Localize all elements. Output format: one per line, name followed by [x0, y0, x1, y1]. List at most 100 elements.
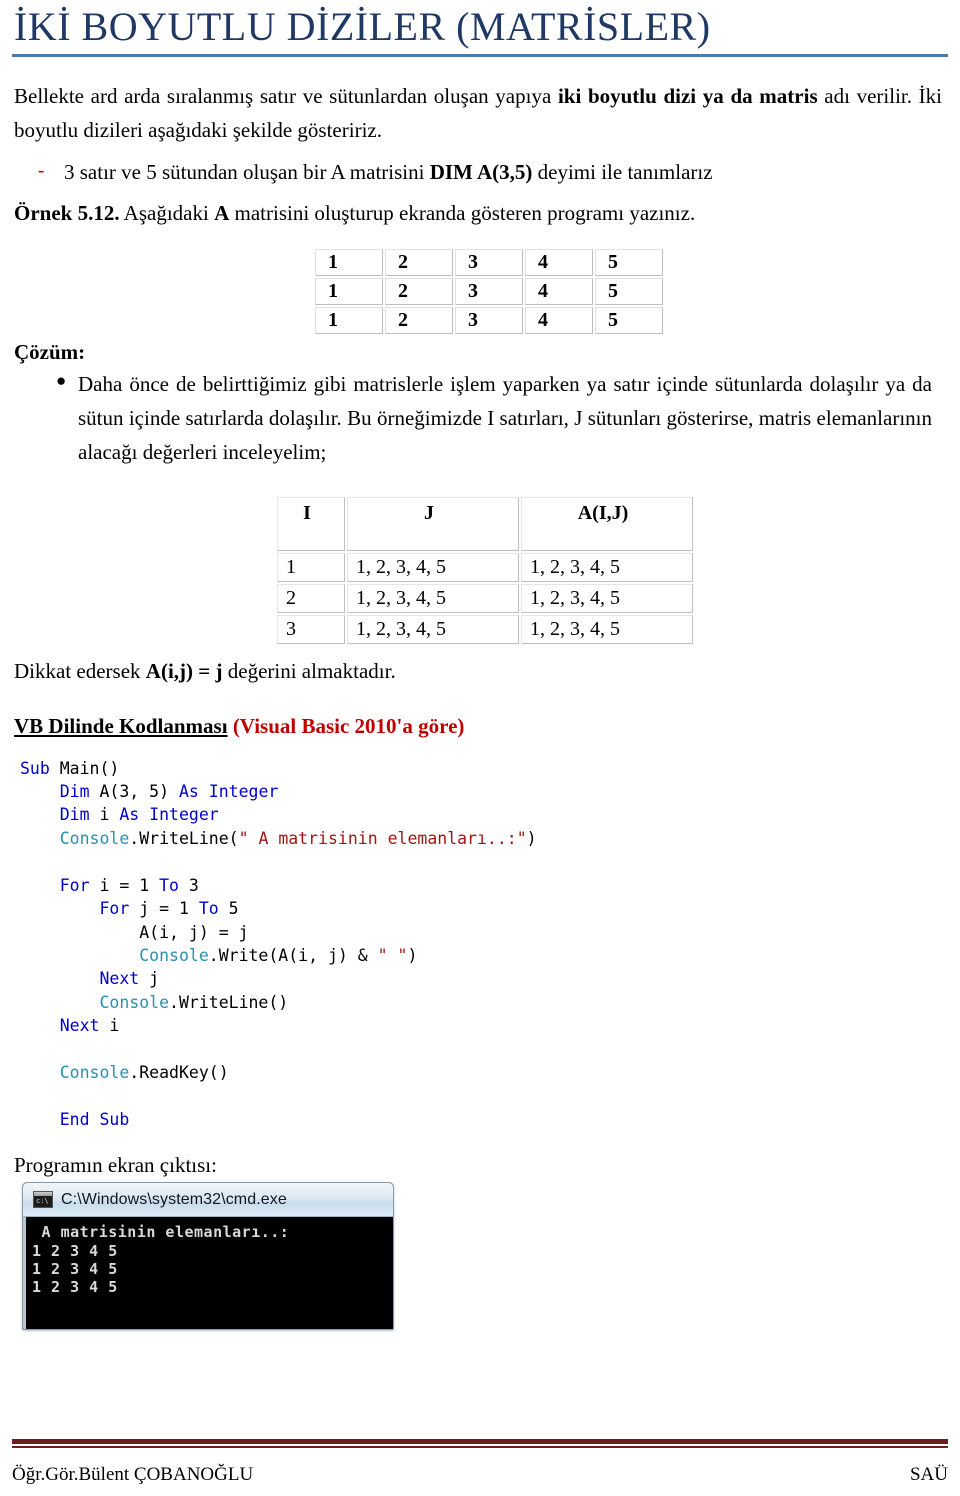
matrix-cell: 3: [455, 307, 523, 335]
ij-header-cell: I: [277, 497, 345, 552]
ij-table-row: 3 1, 2, 3, 4, 5 1, 2, 3, 4, 5: [277, 615, 693, 645]
code-token: .WriteLine(): [169, 992, 289, 1012]
console-output-area: A matrisinin elemanları..: 1 2 3 4 51 2 3…: [23, 1217, 393, 1330]
matrix-row: 12345: [315, 249, 663, 277]
code-token: Next: [99, 969, 140, 989]
code-token: A(i, j) = j: [139, 922, 249, 942]
dikkat-formula: A(i,j) = j: [145, 659, 223, 684]
matrix-row: 12345: [315, 278, 663, 306]
code-token: 3: [178, 875, 199, 895]
code-token: End: [59, 1109, 90, 1129]
vb-heading-main: VB Dilinde Kodlanması: [14, 713, 228, 738]
ij-table-cell: 1, 2, 3, 4, 5: [347, 615, 519, 645]
intro-bold-term: iki boyutlu dizi ya da matris: [557, 84, 818, 108]
code-line: Console.WriteLine(" A matrisinin elemanl…: [20, 827, 948, 850]
document-page: İKİ BOYUTLU DİZİLER (MATRİSLER) Bellekte…: [0, 0, 960, 1496]
code-line: End Sub: [20, 1108, 948, 1131]
code-token: A(3, 5): [89, 782, 179, 802]
code-line: Console.ReadKey(): [20, 1061, 948, 1084]
console-line: 1 2 3 4 5: [32, 1259, 118, 1278]
dash-bold-dim: DIM A(3,5): [429, 160, 533, 185]
code-line: Next j: [20, 967, 948, 990]
matrix-cell: 5: [595, 249, 663, 277]
ij-table-body: I J A(I,J) 1 1, 2, 3, 4, 5 1, 2, 3, 4, 5 2 1, 2…: [277, 497, 693, 645]
ij-header-cell: J: [347, 497, 519, 552]
output-label: Programın ekran çıktısı:: [14, 1153, 217, 1178]
code-line: Console.WriteLine(): [20, 991, 948, 1014]
code-token: Dim: [59, 782, 90, 802]
intro-paragraph: Bellekte ard arda sıralanmış satır ve sü…: [14, 79, 948, 147]
code-token: As: [119, 805, 140, 825]
ornek-text-1: Aşağıdaki: [119, 200, 215, 225]
cozum-text: Daha önce de belirttiğimiz gibi matrisle…: [78, 372, 932, 465]
dash-list-item: - 3 satır ve 5 sütundan oluşan bir A mat…: [38, 157, 948, 189]
matrix-cell: 4: [525, 249, 593, 277]
ij-table-cell: 1, 2, 3, 4, 5: [521, 615, 693, 645]
dikkat-text-1: Dikkat edersek: [14, 659, 146, 684]
ij-table-cell: 1, 2, 3, 4, 5: [521, 553, 693, 583]
footer: Öğr.Gör.Bülent ÇOBANOĞLU SAÜ: [12, 1464, 948, 1486]
matrix-cell: 1: [315, 249, 383, 277]
ij-header-row: I J A(I,J): [277, 497, 693, 552]
code-token: Integer: [208, 782, 279, 802]
code-token: 5: [218, 899, 239, 919]
ornek-paragraph: Örnek 5.12. Aşağıdaki A matrisini oluştu…: [14, 197, 948, 230]
matrix-cell: 4: [525, 278, 593, 306]
code-token: .WriteLine(: [129, 828, 239, 848]
console-titlebar: C:\Windows\system32\cmd.exe: [23, 1183, 393, 1218]
matrix-table: 123451234512345: [313, 247, 665, 337]
code-token: .Write(A(i, j) &: [208, 946, 378, 965]
console-line: 1 2 3 4 5: [32, 1241, 118, 1260]
ij-table: I J A(I,J) 1 1, 2, 3, 4, 5 1, 2, 3, 4, 5 2 1, 2…: [275, 495, 695, 646]
page-title: İKİ BOYUTLU DİZİLER (MATRİSLER): [14, 4, 711, 49]
console-window-title: C:\Windows\system32\cmd.exe: [61, 1190, 287, 1208]
code-token: Dim: [59, 805, 90, 825]
ij-table-cell: 1, 2, 3, 4, 5: [521, 584, 693, 614]
round-bullet-icon: ●: [56, 371, 67, 391]
matrix-figure: 123451234512345: [12, 247, 948, 337]
vb-section-heading: VB Dilinde Kodlanması (Visual Basic 2010…: [14, 714, 948, 739]
matrix-cell: 1: [315, 278, 383, 306]
code-token: Main(): [49, 758, 120, 778]
cozum-bullet-item: ● Daha önce de belirttiğimiz gibi matris…: [56, 367, 948, 469]
matrix-cell: 4: [525, 307, 593, 335]
code-line: A(i, j) = j: [20, 921, 948, 944]
code-token: As: [178, 782, 199, 802]
ij-header-cell: A(I,J): [521, 497, 693, 552]
code-token: Next: [59, 1016, 100, 1036]
dikkat-text-2: değerini almaktadır.: [222, 659, 396, 684]
code-block: Sub Main() Dim A(3, 5) As Integer Dim i …: [20, 757, 948, 1132]
code-token: .ReadKey(): [129, 1063, 229, 1083]
code-token: To: [198, 899, 219, 919]
code-token: ): [407, 946, 418, 965]
footer-institution: SAÜ: [909, 1464, 948, 1485]
code-token: Sub: [99, 1109, 130, 1129]
ij-table-cell: 1: [277, 553, 345, 583]
matrix-cell: 5: [595, 278, 663, 306]
intro-text-1: Bellekte ard arda sıralanmış satır ve sü…: [14, 84, 558, 108]
code-token: j = 1: [129, 899, 199, 919]
console-window: C:\Windows\system32\cmd.exe A matrisinin…: [22, 1182, 394, 1331]
code-line: For i = 1 To 3: [20, 874, 948, 897]
code-line: Dim A(3, 5) As Integer: [20, 780, 948, 803]
ij-figure: I J A(I,J) 1 1, 2, 3, 4, 5 1, 2, 3, 4, 5 2 1, 2…: [12, 495, 948, 646]
dash-text-1: 3 satır ve 5 sütundan oluşan bir A matri…: [64, 160, 430, 185]
console-line: A matrisinin elemanları..:: [32, 1223, 290, 1242]
code-line: Sub Main(): [20, 757, 948, 780]
code-token: Console: [139, 946, 209, 965]
dash-text-2: deyimi ile tanımlarız: [532, 160, 713, 185]
